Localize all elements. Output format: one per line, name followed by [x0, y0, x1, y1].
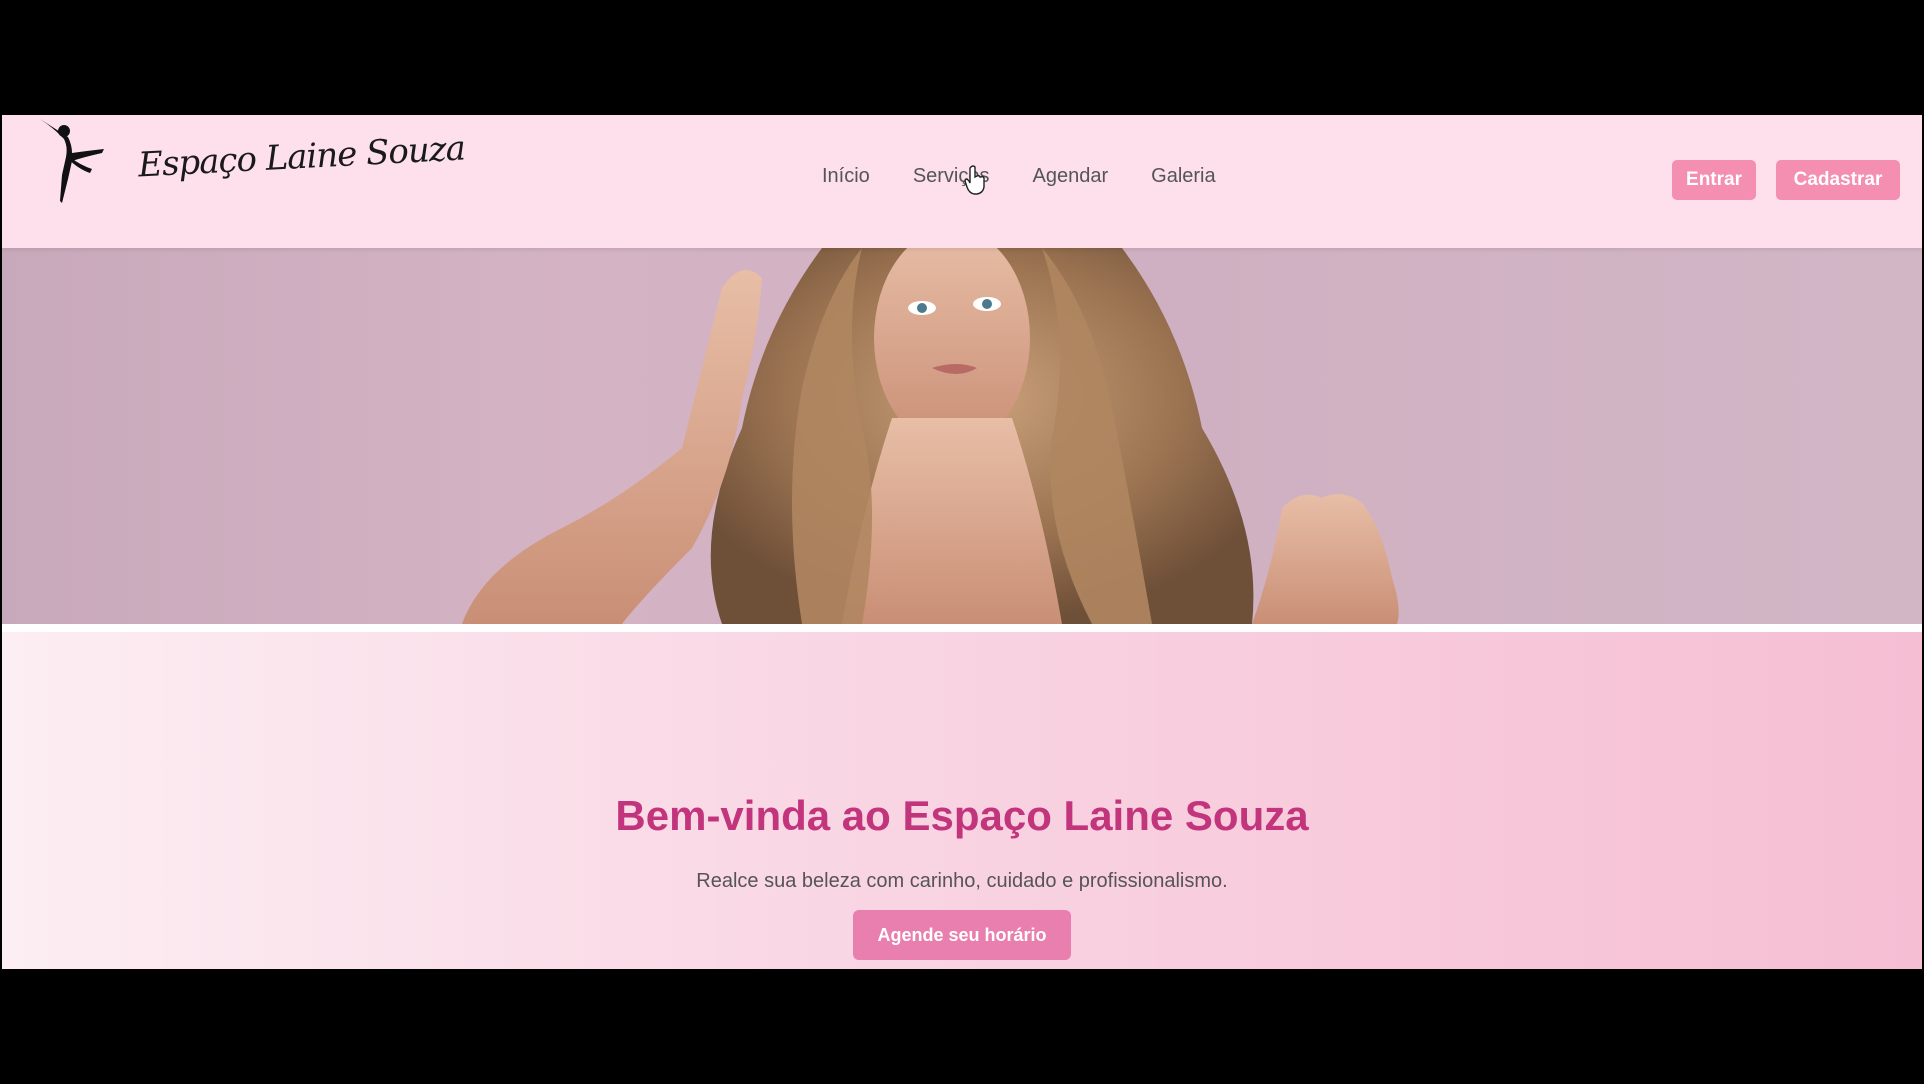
nav-inicio[interactable]: Início: [822, 165, 870, 188]
login-button[interactable]: Entrar: [1672, 160, 1756, 200]
dancer-silhouette-icon: [40, 119, 104, 203]
welcome-section: Bem-vinda ao Espaço Laine Souza Realce s…: [2, 632, 1922, 969]
welcome-title: Bem-vinda ao Espaço Laine Souza: [615, 792, 1309, 839]
woman-long-wavy-hair-photo: [462, 248, 1399, 624]
section-divider: [2, 624, 1922, 632]
nav-agendar[interactable]: Agendar: [1033, 165, 1109, 188]
welcome-subtitle: Realce sua beleza com carinho, cuidado e…: [696, 870, 1228, 892]
signup-button[interactable]: Cadastrar: [1776, 160, 1900, 200]
website-viewport: Espaço Laine Souza Início Serviços Agend…: [2, 115, 1922, 969]
logo-wordmark: Espaço Laine Souza: [137, 128, 466, 186]
hand-pointer-icon: [964, 165, 985, 195]
site-header: Espaço Laine Souza Início Serviços Agend…: [2, 115, 1922, 248]
main-nav: Início Serviços Agendar Galeria: [822, 165, 1259, 188]
video-letterbox-bottom: [0, 969, 1924, 1084]
book-appointment-button[interactable]: Agende seu horário: [853, 910, 1071, 960]
site-logo[interactable]: Espaço Laine Souza: [38, 117, 466, 227]
video-letterbox-top: [0, 0, 1924, 115]
hero-banner-image: [2, 248, 1922, 624]
nav-galeria[interactable]: Galeria: [1151, 165, 1215, 188]
